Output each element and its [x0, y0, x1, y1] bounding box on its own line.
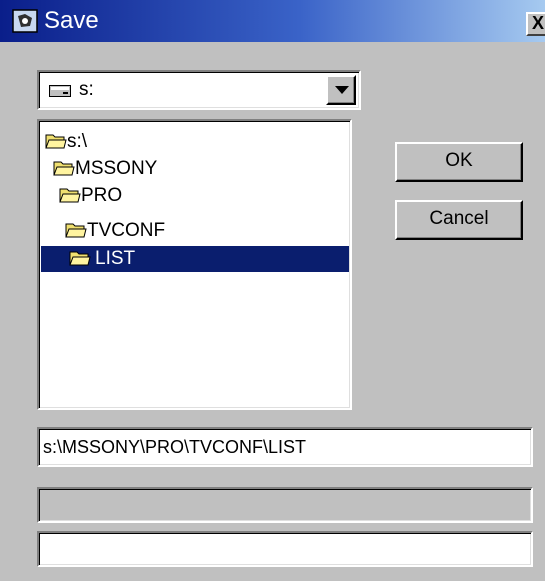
close-icon: X: [531, 13, 544, 33]
chevron-down-icon: [335, 86, 349, 94]
drive-select[interactable]: s:: [37, 70, 361, 110]
folder-label: LIST: [95, 248, 136, 269]
ok-button[interactable]: OK: [395, 142, 523, 182]
dropdown-button[interactable]: [326, 75, 356, 105]
cancel-button[interactable]: Cancel: [395, 200, 523, 240]
open-folder-icon: [65, 223, 87, 238]
open-folder-icon: [59, 188, 81, 203]
folder-label: PRO: [81, 185, 123, 206]
folder-label: s:\: [67, 131, 88, 152]
text-input[interactable]: [37, 531, 533, 567]
folder-list[interactable]: s:\ MSSONY PRO TVCONF LIST: [37, 119, 352, 410]
folder-item-tvconf[interactable]: TVCONF: [65, 218, 225, 244]
app-icon: [12, 9, 38, 33]
folder-item-pro[interactable]: PRO: [59, 183, 179, 209]
title-bar[interactable]: Save X: [0, 0, 545, 42]
folder-item-root[interactable]: s:\: [45, 129, 165, 155]
drive-icon: [49, 85, 71, 97]
folder-item-mssony[interactable]: MSSONY: [53, 156, 213, 182]
window-title: Save: [44, 7, 99, 34]
drive-select-value: s:: [79, 79, 94, 100]
save-dialog: Save X s: s:\ MSSONY PRO TVCONF LIST OK …: [0, 0, 545, 581]
ok-button-label: OK: [445, 150, 473, 171]
folder-item-list[interactable]: LIST: [41, 246, 349, 272]
open-folder-icon: [53, 161, 75, 176]
folder-label: MSSONY: [75, 158, 158, 179]
cancel-button-label: Cancel: [429, 208, 489, 229]
path-input-value: s:\MSSONY\PRO\TVCONF\LIST: [43, 437, 307, 457]
status-field: [37, 487, 533, 523]
close-button[interactable]: X: [526, 12, 545, 36]
path-input[interactable]: s:\MSSONY\PRO\TVCONF\LIST: [37, 427, 533, 467]
open-folder-icon: [45, 134, 67, 149]
folder-label: TVCONF: [87, 220, 166, 241]
open-folder-icon: [69, 251, 91, 266]
